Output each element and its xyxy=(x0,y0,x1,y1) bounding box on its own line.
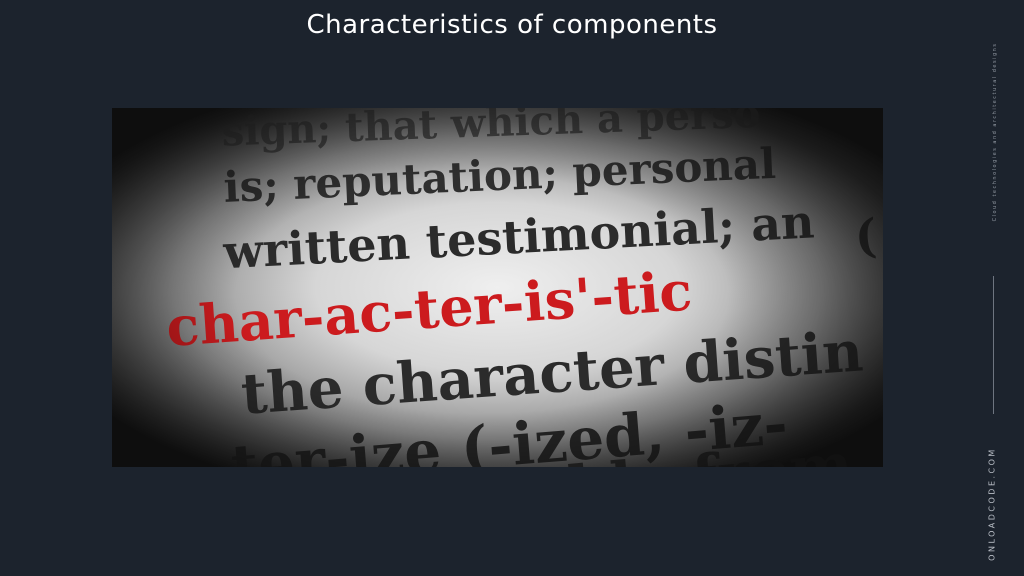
slide-title: Characteristics of components xyxy=(306,10,718,40)
brand-text: ONLOADCODE.COM xyxy=(987,447,997,561)
side-tagline: Cloud technologies and architectural des… xyxy=(990,43,1000,222)
side-brand: ONLOADCODE.COM xyxy=(984,447,1000,561)
side-divider xyxy=(993,276,994,414)
dictionary-paren: ( xyxy=(853,208,878,263)
dictionary-photo: sign; that which a perso is; reputation;… xyxy=(112,108,883,467)
tagline-text: Cloud technologies and architectural des… xyxy=(992,42,998,222)
dictionary-text: sign; that which a perso is; reputation;… xyxy=(164,108,878,467)
